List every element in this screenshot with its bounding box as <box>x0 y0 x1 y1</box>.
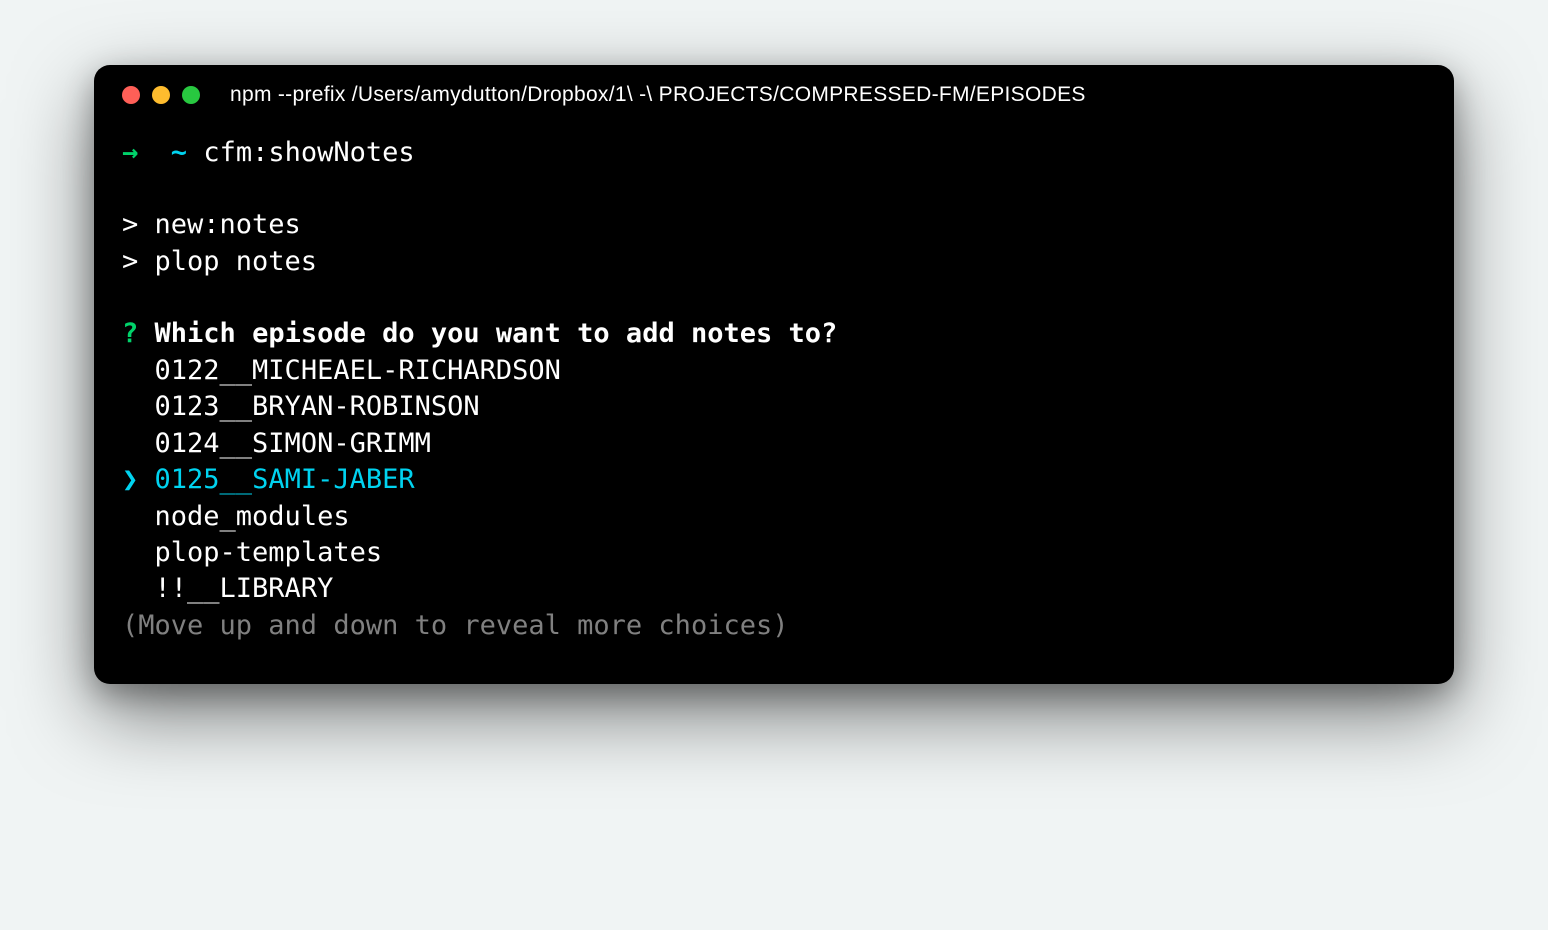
choice-item[interactable]: 0123__BRYAN-ROBINSON <box>122 389 1426 425</box>
minimize-button[interactable] <box>152 86 170 104</box>
choice-label: 0123__BRYAN-ROBINSON <box>155 391 480 422</box>
output-line-1: > new:notes <box>122 207 1426 243</box>
hint-text: (Move up and down to reveal more choices… <box>122 608 1426 644</box>
question-mark-icon: ? <box>122 318 138 349</box>
choice-label: node_modules <box>155 501 350 532</box>
blank-line <box>122 171 1426 207</box>
prompt-line: → ~ cfm:showNotes <box>122 135 1426 171</box>
choices-list[interactable]: 0122__MICHEAEL-RICHARDSON 0123__BRYAN-RO… <box>122 353 1426 608</box>
titlebar: npm --prefix /Users/amydutton/Dropbox/1\… <box>94 65 1454 117</box>
blank-line <box>122 280 1426 316</box>
traffic-lights <box>122 86 200 104</box>
question-text: Which episode do you want to add notes t… <box>155 318 838 349</box>
choice-label-selected: 0125__SAMI-JABER <box>155 464 415 495</box>
window-title: npm --prefix /Users/amydutton/Dropbox/1\… <box>230 83 1086 107</box>
terminal-body[interactable]: → ~ cfm:showNotes > new:notes > plop not… <box>94 117 1454 684</box>
choice-label: !!__LIBRARY <box>155 573 334 604</box>
choice-label: plop-templates <box>155 537 383 568</box>
close-button[interactable] <box>122 86 140 104</box>
choice-item[interactable]: node_modules <box>122 499 1426 535</box>
prompt-path: ~ <box>171 137 187 168</box>
choice-pointer-icon: ❯ <box>122 464 138 495</box>
choice-label: 0122__MICHEAEL-RICHARDSON <box>155 355 561 386</box>
question-line: ? Which episode do you want to add notes… <box>122 316 1426 352</box>
choice-item[interactable]: 0124__SIMON-GRIMM <box>122 426 1426 462</box>
choice-label: 0124__SIMON-GRIMM <box>155 428 431 459</box>
choice-item[interactable]: plop-templates <box>122 535 1426 571</box>
maximize-button[interactable] <box>182 86 200 104</box>
output-line-2: > plop notes <box>122 244 1426 280</box>
choice-item[interactable]: ❯ 0125__SAMI-JABER <box>122 462 1426 498</box>
prompt-arrow-icon: → <box>122 137 138 168</box>
terminal-window: npm --prefix /Users/amydutton/Dropbox/1\… <box>94 65 1454 684</box>
choice-item[interactable]: !!__LIBRARY <box>122 571 1426 607</box>
choice-item[interactable]: 0122__MICHEAEL-RICHARDSON <box>122 353 1426 389</box>
prompt-command: cfm:showNotes <box>203 137 414 168</box>
